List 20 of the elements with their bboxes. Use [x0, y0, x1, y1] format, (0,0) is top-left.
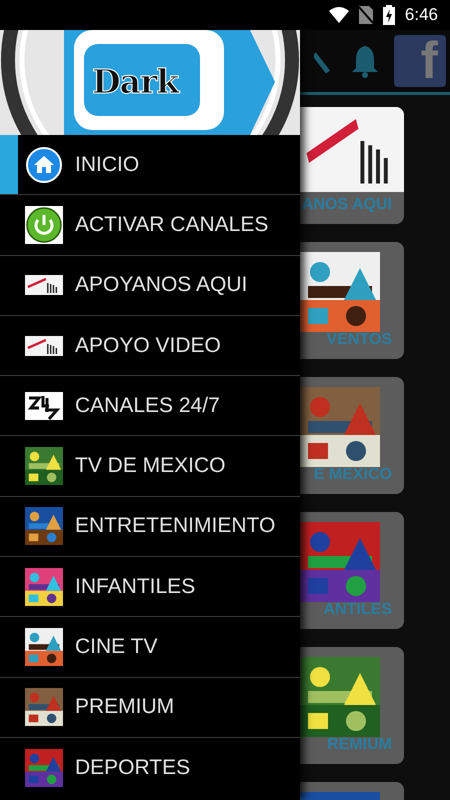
- bell-icon[interactable]: [350, 44, 380, 78]
- app-logo: Dark: [92, 62, 178, 101]
- menu-item[interactable]: PREMIUM: [0, 678, 300, 738]
- home-icon: [25, 146, 63, 184]
- wifi-icon: [328, 7, 349, 23]
- logo-icon: [25, 392, 63, 420]
- clock-time: 6:46: [404, 5, 438, 25]
- battery-charging-icon: [382, 5, 395, 25]
- menu-item[interactable]: DEPORTES: [0, 738, 300, 798]
- menu-item[interactable]: TV DE MEXICO: [0, 436, 300, 497]
- menu-item[interactable]: CINE TV: [0, 617, 300, 678]
- menu-item[interactable]: APOYO VIDEO: [0, 316, 300, 376]
- power-icon: [25, 206, 63, 244]
- menu-item[interactable]: CANALES 24/7: [0, 376, 300, 436]
- menu-item[interactable]: INICIO: [0, 135, 300, 196]
- no-sim-icon: [358, 6, 373, 24]
- menu-item[interactable]: ENTRETENIMIENTO: [0, 496, 300, 558]
- menu-item[interactable]: INFANTILES: [0, 557, 300, 618]
- menu-item[interactable]: APOYANOS AQUI: [0, 256, 300, 316]
- menu-item[interactable]: ACTIVAR CANALES: [0, 195, 300, 256]
